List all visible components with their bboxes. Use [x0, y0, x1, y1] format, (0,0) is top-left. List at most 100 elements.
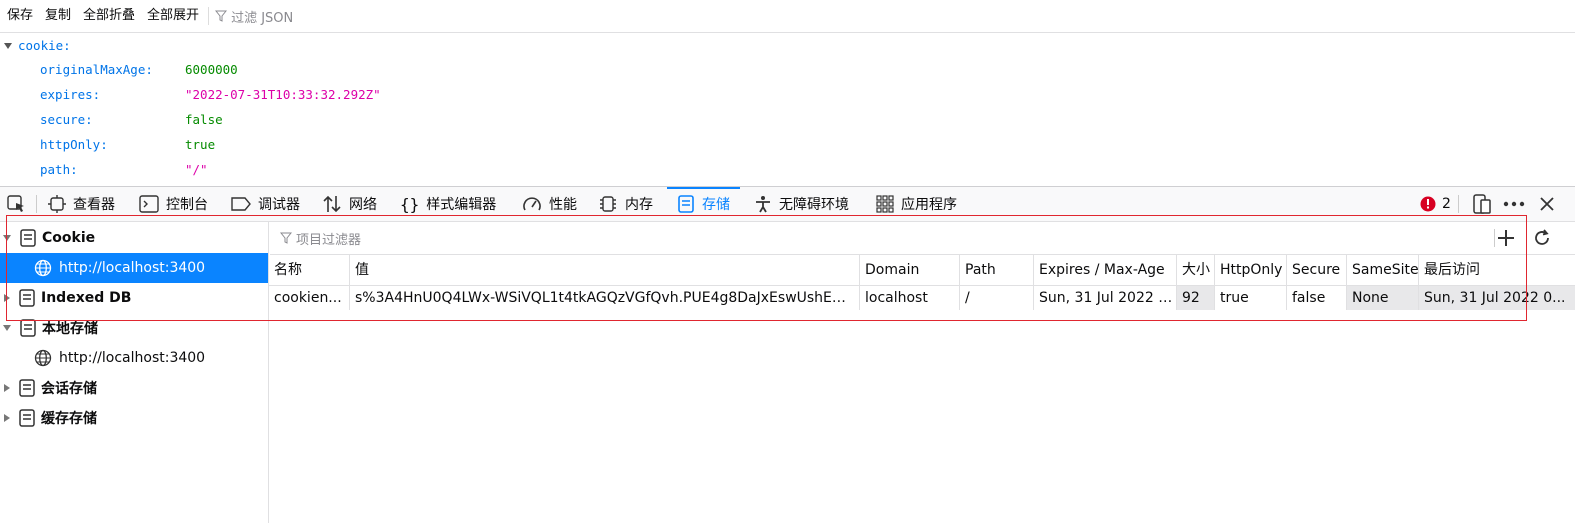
tab-label: 性能	[549, 197, 577, 213]
cell-samesite[interactable]: None	[1347, 286, 1419, 310]
cell-size[interactable]: 92	[1177, 286, 1215, 310]
more-dots-icon	[1503, 201, 1525, 207]
storage-type-icon	[19, 409, 35, 427]
console-icon	[139, 195, 159, 213]
debugger-icon	[231, 197, 251, 211]
tab-label: 存储	[702, 197, 730, 213]
tab-label: 应用程序	[901, 197, 957, 213]
cell-domain[interactable]: localhost	[860, 286, 960, 310]
tab-label: 控制台	[166, 197, 208, 213]
tab-application[interactable]: 应用程序	[876, 187, 957, 221]
add-item-button[interactable]	[1496, 228, 1516, 252]
sidebar-item-local-host[interactable]: http://localhost:3400	[0, 343, 268, 373]
toolbar-divider	[36, 195, 37, 213]
cell-httponly[interactable]: true	[1215, 286, 1287, 310]
cell-value[interactable]: s%3A4HnU0Q4LWx-WSiVQL1t4tkAGQzVGfQvh.PUE…	[350, 286, 860, 310]
toolbar-divider	[1494, 229, 1495, 247]
more-options-button[interactable]	[1503, 187, 1525, 221]
sidebar-item-session-storage[interactable]: 会话存储	[0, 373, 268, 403]
plus-icon	[1498, 230, 1514, 246]
tab-network[interactable]: 网络	[322, 187, 377, 221]
table-row[interactable]: cookien... s%3A4HnU0Q4LWx-WSiVQL1t4tkAGQ…	[269, 286, 1575, 310]
tab-inspector[interactable]: 查看器	[48, 187, 115, 221]
tab-label: 调试器	[258, 197, 300, 213]
tab-style-editor[interactable]: {} 样式编辑器	[400, 187, 496, 221]
cell-name[interactable]: cookien...	[269, 286, 350, 310]
memory-chip-icon	[600, 196, 616, 212]
toolbar-divider	[208, 7, 210, 25]
column-header-expires[interactable]: Expires / Max-Age	[1034, 255, 1177, 285]
json-toolbar: 保存 复制 全部折叠 全部展开 过滤 JSON	[0, 0, 1575, 33]
sidebar-item-cookie-host[interactable]: http://localhost:3400	[0, 253, 268, 283]
error-count-button[interactable]: 2	[1420, 187, 1451, 221]
sidebar-item-indexed-db[interactable]: Indexed DB	[0, 283, 268, 313]
json-value: 6000000	[185, 62, 238, 77]
json-filter-input[interactable]: 过滤 JSON	[215, 7, 293, 26]
network-icon	[323, 195, 341, 213]
json-row[interactable]: originalMaxAge: 6000000	[40, 58, 238, 82]
responsive-design-button[interactable]	[1472, 187, 1492, 221]
storage-type-icon	[19, 289, 35, 307]
collapse-all-button[interactable]: 全部折叠	[78, 0, 140, 32]
json-root-row[interactable]: cookie:	[4, 34, 71, 58]
column-header-samesite[interactable]: SameSite	[1347, 255, 1419, 285]
items-filter-input[interactable]: 项目过滤器	[280, 229, 361, 248]
save-button[interactable]: 保存	[2, 0, 38, 32]
json-value: "/"	[185, 162, 208, 177]
error-count: 2	[1442, 196, 1451, 212]
sidebar-item-cache-storage[interactable]: 缓存存储	[0, 403, 268, 433]
tab-label: 网络	[349, 197, 377, 213]
error-icon	[1420, 196, 1436, 212]
pick-element-icon	[7, 195, 24, 212]
tab-accessibility[interactable]: 无障碍环境	[754, 187, 849, 221]
storage-icon	[678, 195, 694, 213]
json-value: "2022-07-31T10:33:32.292Z"	[185, 87, 381, 102]
json-row[interactable]: path: "/"	[40, 158, 208, 182]
toolbar-divider	[1458, 195, 1459, 213]
column-header-httponly[interactable]: HttpOnly	[1215, 255, 1287, 285]
cell-last-accessed[interactable]: Sun, 31 Jul 2022 0...	[1419, 286, 1575, 310]
close-icon	[1540, 197, 1554, 211]
json-value: false	[185, 112, 223, 127]
expand-triangle-icon	[4, 43, 12, 49]
cell-expires[interactable]: Sun, 31 Jul 2022 1...	[1034, 286, 1177, 310]
devtools-toolbar: 查看器 控制台 调试器 网络 {} 样式编辑器 性能 内存 存储 无障碍环境 应…	[0, 186, 1575, 222]
expand-all-button[interactable]: 全部展开	[142, 0, 204, 32]
sidebar-item-label: Indexed DB	[41, 290, 132, 306]
tab-storage[interactable]: 存储	[667, 187, 740, 221]
sidebar-item-label: http://localhost:3400	[59, 260, 206, 276]
column-header-size[interactable]: 大小	[1177, 255, 1215, 285]
performance-gauge-icon	[523, 197, 541, 211]
element-picker-button[interactable]	[6, 187, 26, 221]
json-row[interactable]: httpOnly: true	[40, 133, 215, 157]
tab-console[interactable]: 控制台	[139, 187, 208, 221]
cell-path[interactable]: /	[960, 286, 1034, 310]
tab-label: 内存	[625, 197, 653, 213]
close-devtools-button[interactable]	[1539, 187, 1555, 221]
tab-memory[interactable]: 内存	[598, 187, 653, 221]
column-header-secure[interactable]: Secure	[1287, 255, 1347, 285]
cell-secure[interactable]: false	[1287, 286, 1347, 310]
column-header-last-accessed[interactable]: 最后访问	[1419, 255, 1575, 285]
tab-label: 无障碍环境	[779, 197, 849, 213]
column-header-value[interactable]: 值	[350, 255, 860, 285]
json-row[interactable]: secure: false	[40, 108, 223, 132]
globe-icon	[34, 349, 52, 367]
json-key: cookie:	[18, 38, 71, 53]
sidebar-item-cookie[interactable]: Cookie	[0, 223, 268, 253]
tab-label: 查看器	[73, 197, 115, 213]
tab-label: 样式编辑器	[426, 197, 497, 213]
copy-button[interactable]: 复制	[40, 0, 76, 32]
column-header-path[interactable]: Path	[960, 255, 1034, 285]
refresh-button[interactable]	[1532, 228, 1552, 252]
column-header-domain[interactable]: Domain	[860, 255, 960, 285]
json-filter-placeholder: 过滤 JSON	[231, 10, 294, 26]
json-row[interactable]: expires: "2022-07-31T10:33:32.292Z"	[40, 83, 381, 107]
sidebar-item-local-storage[interactable]: 本地存储	[0, 313, 268, 343]
tab-performance[interactable]: 性能	[522, 187, 577, 221]
tab-debugger[interactable]: 调试器	[231, 187, 300, 221]
sidebar-item-label: 本地存储	[42, 321, 98, 337]
items-filter-bar: 项目过滤器	[270, 222, 1575, 255]
json-key: httpOnly:	[40, 137, 108, 152]
column-header-name[interactable]: 名称	[269, 255, 350, 285]
